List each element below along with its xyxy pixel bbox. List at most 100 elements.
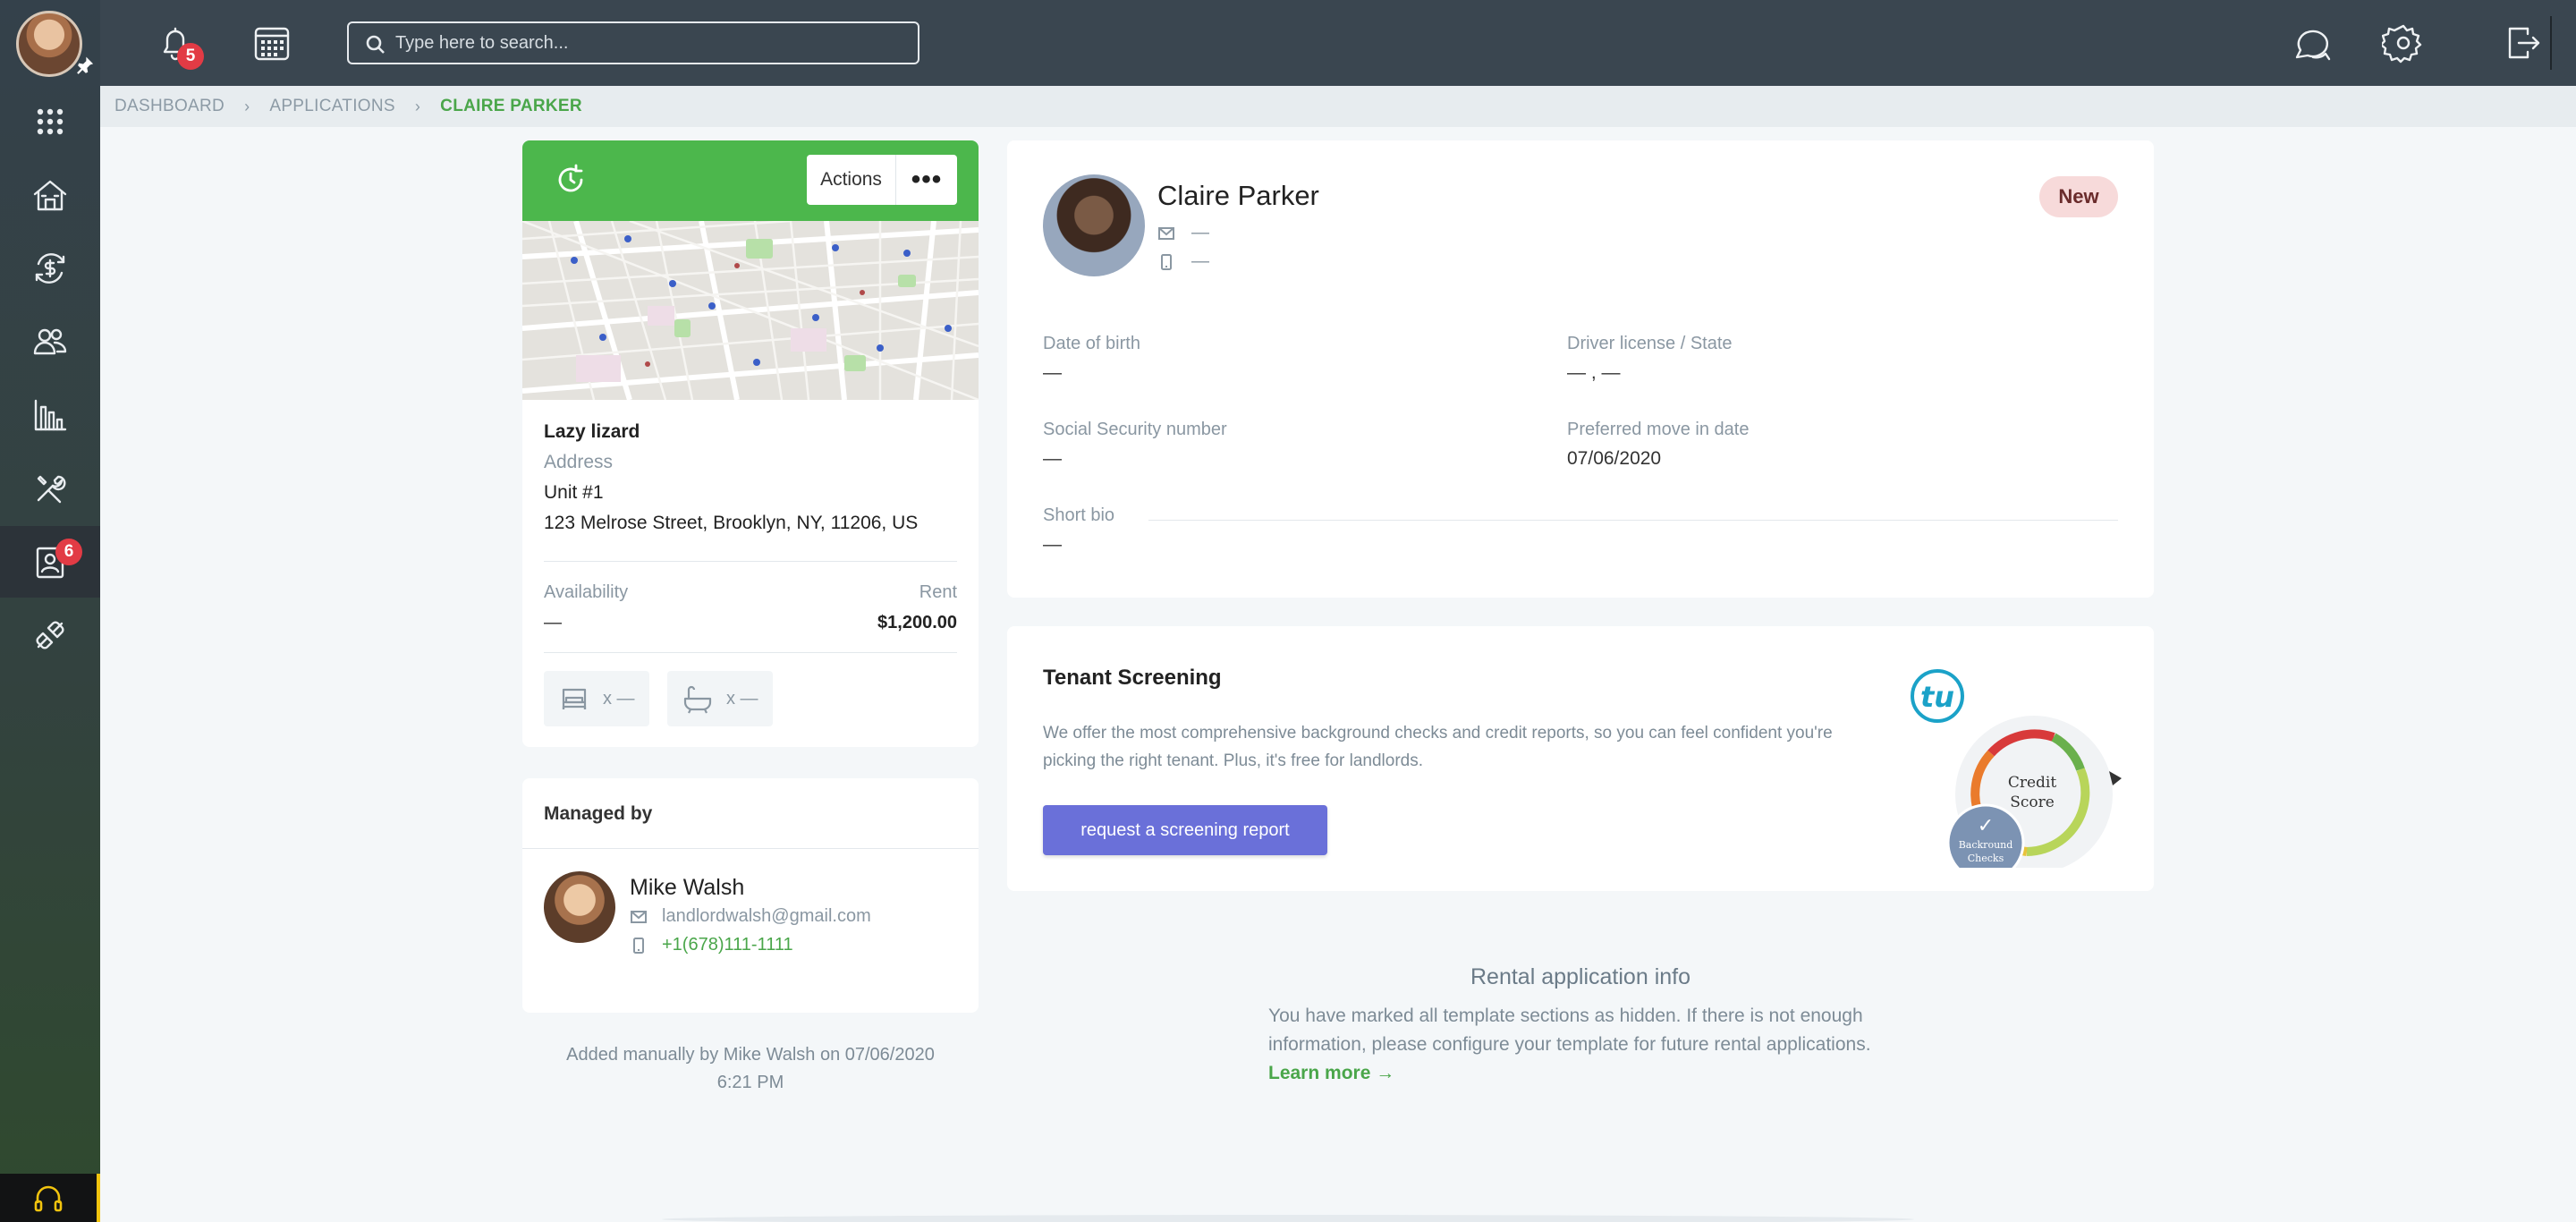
phone-icon	[1161, 253, 1172, 270]
more-options-button[interactable]: •••	[896, 155, 957, 205]
manager-name[interactable]: Mike Walsh	[630, 875, 744, 901]
search-box	[347, 21, 919, 64]
request-screening-button[interactable]: request a screening report	[1043, 805, 1327, 855]
notifications-bell-icon[interactable]: 5	[154, 21, 204, 70]
rental-info-text: You have marked all template sections as…	[1268, 1002, 1894, 1088]
bathrooms-count: x —	[726, 688, 758, 709]
ssn-label: Social Security number	[1043, 420, 1227, 439]
mail-icon	[1158, 226, 1174, 240]
manager-avatar	[544, 871, 615, 943]
search-icon	[366, 35, 385, 54]
added-note-line2: 6:21 PM	[716, 1073, 784, 1092]
topbar: 5	[100, 0, 2576, 86]
property-card: Actions ••• Lazy lizard Address Unit #1 …	[522, 140, 979, 747]
breadcrumb-chevron-icon: ›	[414, 97, 421, 115]
notification-badge: 5	[177, 43, 204, 70]
credit-score-line1: Credit	[2008, 774, 2057, 792]
transunion-logo: tu	[1920, 680, 1954, 714]
breadcrumb-applications[interactable]: APPLICATIONS	[269, 97, 395, 116]
screening-title: Tenant Screening	[1043, 666, 1222, 690]
divider	[522, 848, 979, 849]
license-value: — , —	[1567, 362, 1621, 383]
background-checks-line1: Backround	[1959, 839, 2013, 851]
accounting-icon[interactable]	[0, 233, 100, 304]
dob-label: Date of birth	[1043, 334, 1140, 353]
bio-divider	[1148, 520, 2118, 521]
bedrooms-count: x —	[603, 688, 635, 709]
unit-number: Unit #1	[544, 482, 604, 503]
manager-phone-row: +1(678)111-1111	[630, 935, 793, 955]
availability-rent-labels: Availability Rent	[544, 582, 957, 603]
managed-by-title: Managed by	[544, 803, 653, 824]
rent-label: Rent	[919, 582, 957, 602]
availability-label: Availability	[544, 582, 629, 602]
breadcrumb-current: CLAIRE PARKER	[440, 97, 582, 115]
rental-info-message: You have marked all template sections as…	[1268, 1006, 1871, 1055]
actions-button[interactable]: Actions	[807, 155, 896, 205]
manager-email[interactable]: landlordwalsh@gmail.com	[662, 906, 871, 927]
chat-icon[interactable]	[2290, 21, 2333, 64]
move-in-label: Preferred move in date	[1567, 420, 1750, 439]
bed-icon	[562, 688, 587, 709]
applicant-email: —	[1191, 223, 1209, 242]
applicant-card: Claire Parker — — New Date of birth — Dr…	[1007, 140, 2154, 598]
manager-email-row: landlordwalsh@gmail.com	[630, 906, 871, 927]
bio-label: Short bio	[1043, 505, 1115, 525]
calendar-icon[interactable]	[250, 21, 293, 64]
breadcrumb-chevron-icon: ›	[244, 97, 250, 115]
topbar-divider	[2550, 16, 2552, 70]
properties-icon[interactable]	[0, 159, 100, 231]
added-note: Added manually by Mike Walsh on 07/06/20…	[522, 1041, 979, 1097]
search-input[interactable]	[395, 32, 896, 54]
integrations-icon[interactable]	[0, 599, 100, 671]
ssn-value: —	[1043, 448, 1062, 469]
manager-phone[interactable]: +1(678)111-1111	[662, 935, 793, 955]
people-icon[interactable]	[0, 306, 100, 378]
property-name[interactable]: Lazy lizard	[544, 421, 957, 443]
applicant-phone: —	[1191, 251, 1209, 271]
check-icon: ✓	[1978, 815, 1994, 837]
added-note-line1: Added manually by Mike Walsh on 07/06/20…	[566, 1045, 935, 1065]
pin-icon[interactable]	[75, 55, 95, 81]
availability-rent-values: — $1,200.00	[544, 613, 957, 633]
bathrooms-feature: x —	[667, 671, 773, 726]
screening-description: We offer the most comprehensive backgrou…	[1043, 724, 1833, 770]
tenant-screening-card: Tenant Screening We offer the most compr…	[1007, 626, 2154, 891]
user-avatar[interactable]	[16, 11, 82, 77]
applicant-avatar	[1043, 174, 1145, 276]
sidebar: 6	[0, 0, 100, 1222]
settings-gear-icon[interactable]	[2379, 21, 2425, 64]
bio-value: —	[1043, 534, 1062, 555]
address-label: Address	[544, 452, 614, 472]
availability-value: —	[544, 613, 562, 632]
maintenance-icon[interactable]	[0, 453, 100, 524]
phone-icon	[633, 937, 644, 954]
refresh-icon[interactable]	[555, 164, 587, 196]
logout-icon[interactable]	[2501, 21, 2544, 64]
status-badge: New	[2039, 176, 2118, 217]
rental-info-title: Rental application info	[1470, 964, 1690, 989]
applicant-name: Claire Parker	[1157, 180, 1319, 211]
property-map[interactable]	[522, 221, 979, 400]
background-checks-line2: Checks	[1968, 853, 2004, 864]
applications-badge: 6	[55, 539, 82, 565]
mail-icon	[631, 910, 647, 923]
support-headset-icon[interactable]	[0, 1174, 100, 1222]
actions-menu: Actions •••	[807, 155, 957, 205]
bedrooms-feature: x —	[544, 671, 649, 726]
apps-grid-icon[interactable]	[0, 86, 100, 157]
reports-icon[interactable]	[0, 379, 100, 451]
property-card-header: Actions •••	[522, 140, 979, 221]
breadcrumb-dashboard[interactable]: DASHBOARD	[114, 97, 225, 116]
credit-score-line2: Score	[2010, 793, 2055, 811]
applications-icon[interactable]: 6	[0, 526, 100, 598]
property-details: Lazy lizard Address Unit #1 123 Melrose …	[544, 421, 957, 534]
applicant-email-row: —	[1157, 223, 1209, 243]
bottom-shadow	[662, 1215, 1914, 1222]
dob-value: —	[1043, 362, 1062, 383]
bathtub-icon	[683, 685, 712, 714]
learn-more-link[interactable]: Learn more →	[1268, 1063, 1394, 1083]
divider	[544, 652, 957, 653]
property-address: 123 Melrose Street, Brooklyn, NY, 11206,…	[544, 513, 919, 533]
managed-by-card: Managed by Mike Walsh landlordwalsh@gmai…	[522, 778, 979, 1013]
